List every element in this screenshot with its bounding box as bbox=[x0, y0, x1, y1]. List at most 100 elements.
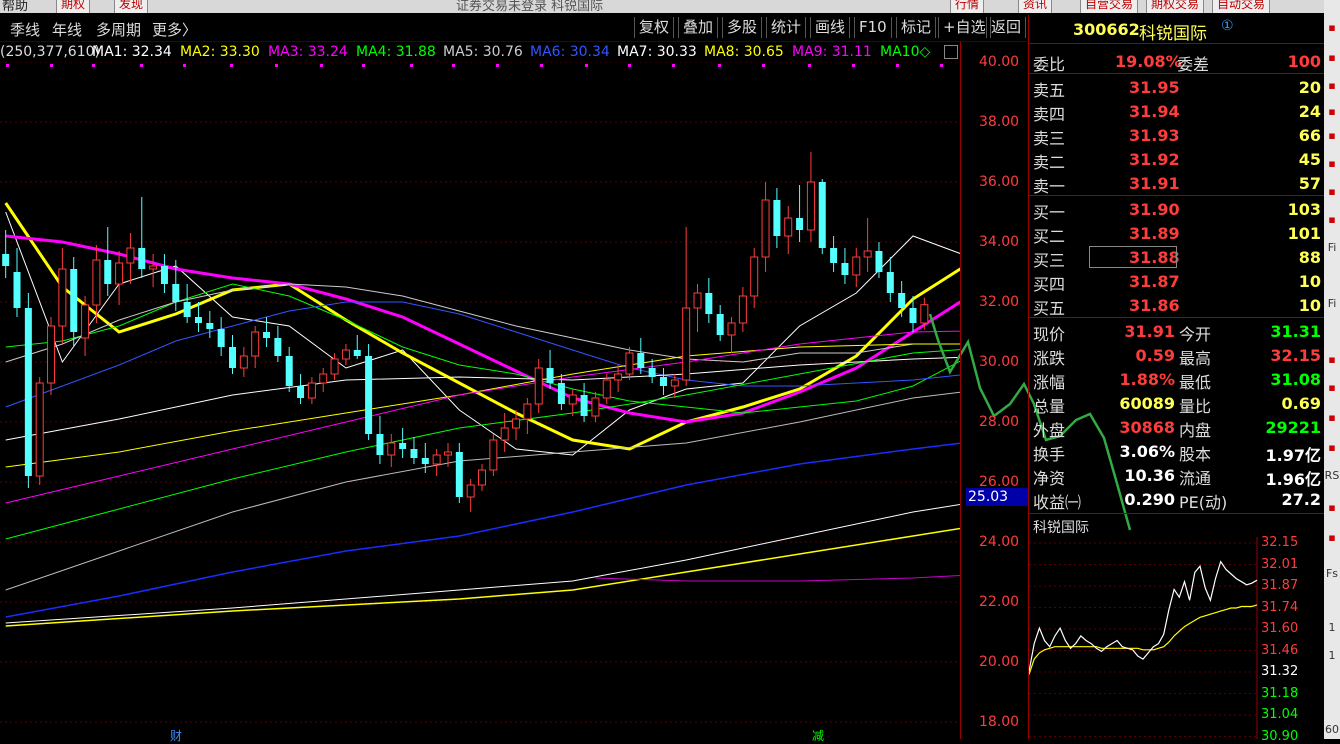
side-tool-icon[interactable]: ▪ bbox=[1324, 184, 1340, 200]
multi-stock-button[interactable]: 多股 bbox=[722, 17, 763, 38]
candle-body bbox=[13, 272, 21, 308]
candle-body bbox=[920, 304, 929, 324]
side-tool-icon[interactable]: ▪ bbox=[1324, 500, 1340, 516]
side-tool-icon[interactable]: RS bbox=[1324, 468, 1340, 484]
legend-dot bbox=[718, 64, 721, 67]
side-tool-icon[interactable]: ▪ bbox=[1324, 352, 1340, 368]
stock-code: 300662 bbox=[1073, 20, 1140, 39]
order-price: 31.86 bbox=[1129, 296, 1180, 315]
adjust-button[interactable]: 复权 bbox=[634, 17, 675, 38]
period-quarter[interactable]: 季线 bbox=[10, 19, 40, 40]
order-row[interactable]: 卖二 31.92 45 bbox=[1029, 147, 1325, 172]
candle-body bbox=[319, 373, 328, 384]
side-tool-icon[interactable]: ▪ bbox=[1324, 128, 1340, 144]
side-tool-icon[interactable]: ▪ bbox=[1324, 380, 1340, 396]
order-row[interactable]: 卖一 31.91 57 bbox=[1029, 171, 1325, 196]
candle-body bbox=[500, 427, 509, 441]
side-tool-icon[interactable]: Fs bbox=[1324, 566, 1340, 582]
candle-body bbox=[523, 403, 532, 420]
order-row[interactable]: 买五 31.86 10 bbox=[1029, 293, 1325, 318]
statistics-button[interactable]: 统计 bbox=[766, 17, 807, 38]
order-label: 买一 bbox=[1033, 203, 1066, 222]
candle-body bbox=[557, 383, 565, 404]
mark-button[interactable]: 标记 bbox=[896, 17, 937, 38]
order-price: 31.91 bbox=[1129, 174, 1180, 193]
overlay-button[interactable]: 叠加 bbox=[678, 17, 719, 38]
multi-period-button[interactable]: 多周期 bbox=[96, 19, 141, 40]
side-tool-icon[interactable]: 1 bbox=[1324, 620, 1340, 636]
ma-label: MA6: 30.34 bbox=[530, 44, 610, 60]
f10-button[interactable]: F10 bbox=[854, 17, 892, 38]
legend-dot bbox=[852, 64, 855, 67]
stat-row: 外盘 30868 内盘 29221 bbox=[1029, 415, 1325, 440]
stat-row: 涨幅 1.88% 最低 31.08 bbox=[1029, 367, 1325, 392]
back-button[interactable]: 返回 bbox=[986, 17, 1027, 38]
candle-body bbox=[81, 304, 90, 339]
order-volume: 88 bbox=[1298, 248, 1321, 267]
tab-news[interactable]: 资讯 bbox=[1018, 0, 1053, 13]
event-marker[interactable]: 减 bbox=[812, 727, 824, 744]
mini-axis-label: 31.46 bbox=[1261, 642, 1299, 658]
menu-help[interactable]: 帮助 bbox=[2, 0, 28, 13]
draw-line-button[interactable]: 画线 bbox=[810, 17, 851, 38]
axis-tick-label: 20.00 bbox=[979, 654, 1020, 670]
ma-label: MA3: 33.24 bbox=[268, 44, 348, 60]
order-price: 31.92 bbox=[1129, 150, 1180, 169]
event-marker[interactable]: 财 bbox=[170, 727, 182, 744]
order-row[interactable]: 买二 31.89 101 bbox=[1029, 221, 1325, 246]
stat-row: 收益㈠ 0.290 PE(动) 27.2 bbox=[1029, 487, 1325, 512]
order-row[interactable]: 买四 31.87 10 bbox=[1029, 269, 1325, 294]
tab-quotes[interactable]: 行情 bbox=[950, 0, 985, 13]
order-row[interactable]: 买一 31.90 103 bbox=[1029, 197, 1325, 222]
tab-self-trade[interactable]: 自营交易 bbox=[1080, 0, 1139, 13]
side-tool-icon[interactable]: 1 bbox=[1324, 648, 1340, 664]
order-row[interactable]: 卖五 31.95 20 bbox=[1029, 75, 1325, 100]
candle-body bbox=[217, 329, 225, 347]
period-year[interactable]: 年线 bbox=[52, 19, 82, 40]
side-tool-icon[interactable]: Fi bbox=[1324, 296, 1340, 312]
more-button[interactable]: 更多〉 bbox=[152, 19, 197, 40]
side-tool-icon[interactable]: ▪ bbox=[1324, 212, 1340, 228]
side-tool-icon[interactable]: ▪ bbox=[1324, 410, 1340, 426]
mini-axis-label: 31.32 bbox=[1261, 664, 1299, 679]
menu-discover[interactable]: 发现 bbox=[114, 0, 149, 13]
menu-options[interactable]: 期权 bbox=[56, 0, 91, 13]
legend-dot bbox=[320, 64, 323, 67]
side-tool-icon[interactable]: ▪ bbox=[1324, 20, 1340, 36]
order-row[interactable]: 卖三 31.93 66 bbox=[1029, 123, 1325, 148]
stat-label: PE(动) bbox=[1179, 493, 1228, 512]
side-tool-icon[interactable]: 60 bbox=[1324, 722, 1340, 738]
stat-label: 最高 bbox=[1179, 349, 1212, 368]
order-row[interactable]: 买三 31.88 88 bbox=[1029, 245, 1325, 270]
stat-row: 现价 31.91 今开 31.31 bbox=[1029, 319, 1325, 344]
info-icon[interactable]: ① bbox=[1221, 18, 1234, 34]
side-toolbar: Fi Fi Fs RS 1 1 60 ▪ ▪ ▪ ▪ ▪ ▪ ▪ ▪ ▪ ▪ ▪ ▪ ▪ ▪ bbox=[1324, 0, 1340, 739]
add-watchlist-button[interactable]: +自选 bbox=[938, 17, 991, 38]
candle-body bbox=[47, 325, 56, 384]
order-row[interactable]: 卖四 31.94 24 bbox=[1029, 99, 1325, 124]
candle-body bbox=[92, 259, 101, 306]
side-tool-icon[interactable]: ▪ bbox=[1324, 104, 1340, 120]
candle-body bbox=[568, 394, 577, 405]
stat-row: 涨跌 0.59 最高 32.15 bbox=[1029, 343, 1325, 368]
divider bbox=[1029, 43, 1325, 44]
candle-body bbox=[376, 434, 384, 455]
tab-options-trade[interactable]: 期权交易 bbox=[1146, 0, 1205, 13]
side-tool-icon[interactable]: Fi bbox=[1324, 240, 1340, 256]
mini-chart-axis: 32.15 32.01 31.87 31.74 31.60 31.46 31.32 31.18… bbox=[1029, 535, 1325, 744]
side-tool-icon[interactable]: ▪ bbox=[1324, 78, 1340, 94]
side-tool-icon[interactable]: ▪ bbox=[1324, 530, 1340, 546]
axis-tick-label: 28.00 bbox=[979, 414, 1020, 430]
tab-auto-trade[interactable]: 自动交易 bbox=[1212, 0, 1271, 13]
side-tool-icon[interactable]: ▪ bbox=[1324, 156, 1340, 172]
side-tool-icon[interactable]: ▪ bbox=[1324, 440, 1340, 456]
legend-toggle-icon[interactable] bbox=[944, 45, 958, 59]
ma-line-MA14 bbox=[5, 527, 960, 627]
mini-axis-label: 32.01 bbox=[1261, 556, 1299, 572]
stat-value: 0.290 bbox=[1124, 490, 1175, 509]
stat-value: 60089 bbox=[1119, 394, 1175, 413]
candle-body bbox=[330, 358, 339, 375]
candle-body bbox=[830, 248, 838, 263]
candlestick-chart[interactable] bbox=[0, 62, 960, 739]
side-tool-icon[interactable]: ▪ bbox=[1324, 50, 1340, 66]
